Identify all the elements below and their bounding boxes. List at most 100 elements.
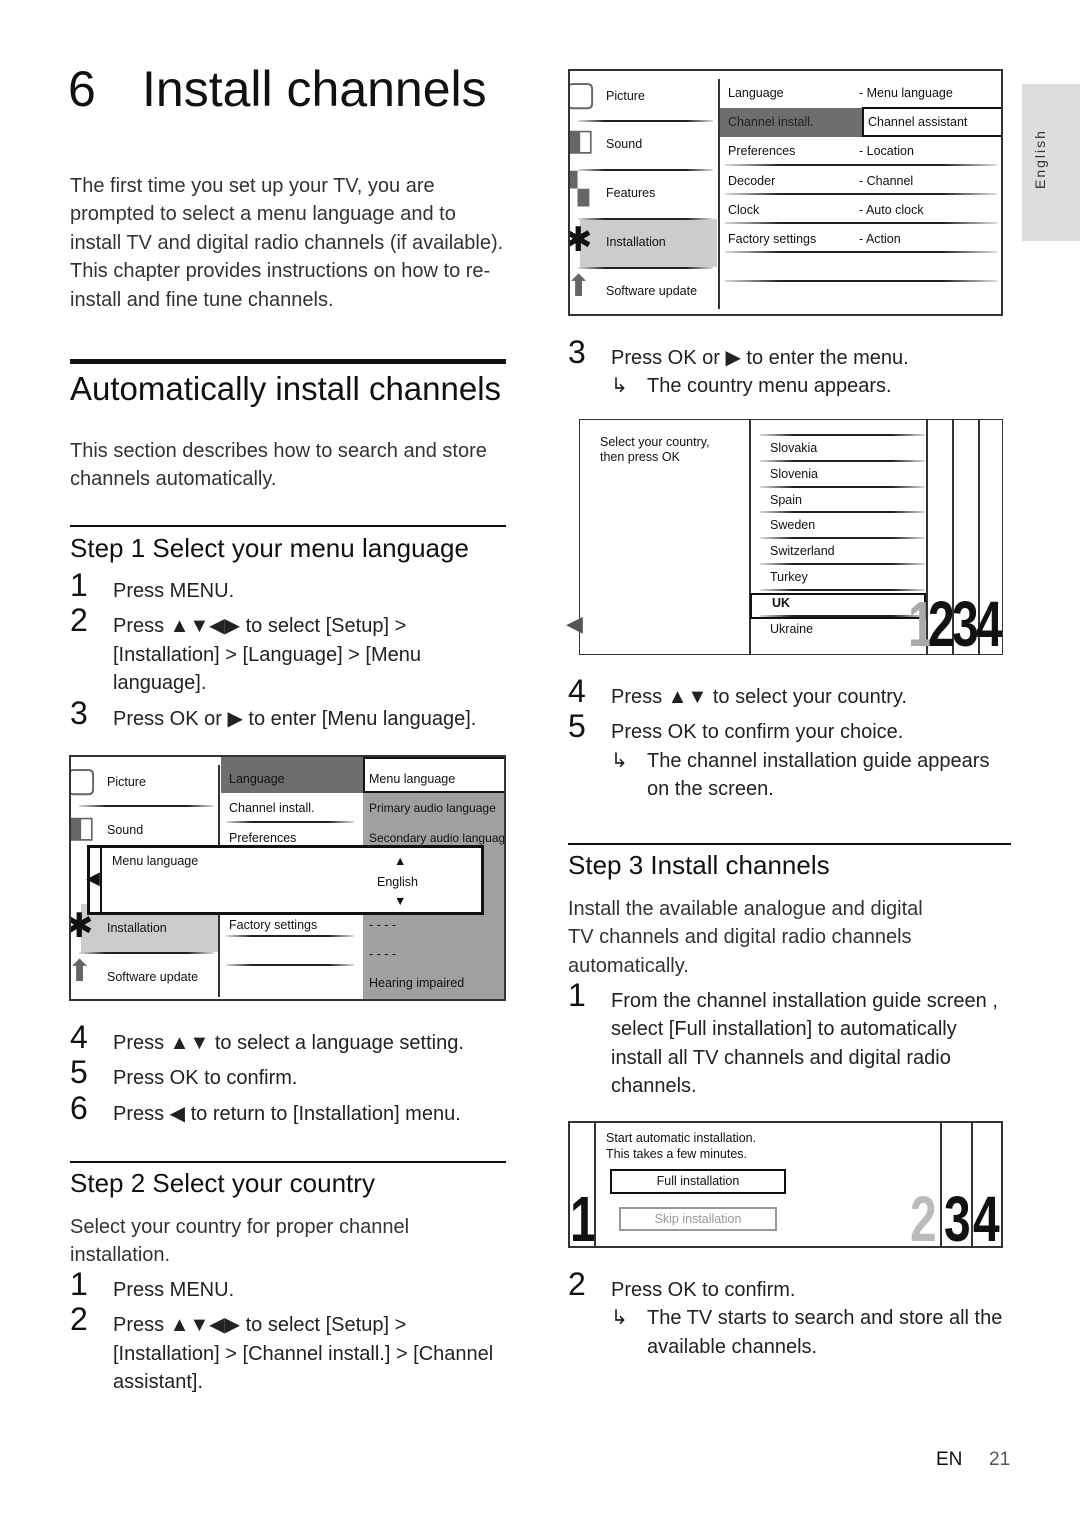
step3-list-b: 2 Press OK to confirm. ↳ The TV starts to … (568, 1268, 1013, 1361)
step-item: 4 Press ▲▼ to select your country. (568, 675, 1013, 711)
wizard-step-4: 4 (973, 1183, 1000, 1248)
chapter-title: Install channels (142, 61, 487, 117)
popup-value[interactable]: English (377, 875, 418, 889)
step3-rule (568, 843, 1011, 845)
menu-item-decoder[interactable]: Decoder (728, 174, 775, 188)
country-option[interactable]: Ukraine (770, 622, 813, 636)
menu-item-picture[interactable]: Picture (107, 775, 146, 789)
submenu-channel[interactable]: - Channel (859, 174, 913, 188)
submenu-action[interactable]: - Action (859, 232, 901, 246)
step-number: 2 (70, 1301, 88, 1338)
country-option[interactable]: Switzerland (770, 544, 835, 558)
page-number: 21 (989, 1449, 1011, 1470)
divider (79, 805, 214, 807)
skip-installation-button[interactable]: Skip installation (619, 1207, 777, 1231)
divider (725, 193, 997, 195)
submenu-menu-language[interactable]: - Menu language (859, 86, 953, 100)
down-arrow-icon[interactable]: ▼ (394, 894, 406, 908)
section-rule (70, 359, 506, 364)
divider (226, 935, 354, 937)
menu-item-sound[interactable]: Sound (606, 137, 642, 151)
wizard-step-2: 2 (928, 588, 955, 655)
left-arrow-icon: ◀ (86, 868, 100, 888)
divider (594, 1123, 596, 1246)
country-option[interactable]: Spain (770, 493, 802, 507)
menu-item-preferences[interactable]: Preferences (728, 144, 795, 158)
country-option[interactable]: UK (772, 596, 790, 610)
divider (79, 952, 214, 954)
divider (760, 614, 925, 617)
menu-item-channel-install[interactable]: Channel install. (229, 801, 314, 815)
submenu-location[interactable]: - Location (859, 144, 914, 158)
submenu-channel-assistant[interactable]: Channel assistant (868, 115, 967, 129)
section-intro: This section describes how to search and… (70, 440, 487, 491)
features-icon: ▚ (568, 173, 590, 206)
menu-item-installation[interactable]: Installation (606, 235, 666, 249)
step-number: 3 (568, 334, 586, 370)
wizard-step-2: 2 (910, 1183, 937, 1248)
step1-list-b: 4 Press ▲▼ to select a language setting. … (70, 1021, 510, 1135)
picture-icon: ▢ (71, 763, 97, 797)
step-number: 1 (70, 1266, 88, 1302)
menu-item-software-update[interactable]: Software update (107, 970, 198, 984)
step-text: Press MENU. (113, 580, 235, 602)
step-number: 3 (70, 694, 88, 731)
submenu-primary-audio[interactable]: Primary audio language (369, 801, 496, 815)
chapter-intro: The first time you set up your TV, you a… (70, 175, 504, 311)
menu-item-language[interactable]: Language (229, 772, 285, 786)
country-option[interactable]: Sweden (770, 518, 815, 532)
back-arrow-icon[interactable]: ◀ (566, 614, 583, 636)
gear-icon: ✱ (570, 223, 593, 257)
menu-item-channel-install[interactable]: Channel install. (728, 115, 813, 129)
section-title: Automatically install channels (70, 370, 502, 407)
side-tab-label: English (1032, 129, 1048, 189)
step1-rule (70, 525, 506, 527)
step-number: 4 (568, 673, 586, 709)
step-item: 2 Press ▲▼◀▶ to select [Setup] > [Install… (70, 1303, 510, 1396)
sound-icon: ◧ (69, 811, 96, 844)
menu-item-factory-settings[interactable]: Factory settings (229, 918, 317, 932)
result-arrow-icon: ↳ (611, 1307, 628, 1330)
step3-intro: Install the available analogue and digit… (568, 898, 923, 977)
submenu-auto-clock[interactable]: - Auto clock (859, 203, 924, 217)
up-arrow-icon[interactable]: ▲ (394, 854, 406, 868)
menu-item-factory-settings[interactable]: Factory settings (728, 232, 816, 246)
submenu-hearing-impaired[interactable]: Hearing impaired (369, 976, 464, 990)
software-update-icon: ⬆ (69, 955, 93, 988)
step2-intro: Select your country for proper channel i… (70, 1216, 410, 1267)
country-option[interactable]: Slovakia (770, 441, 817, 455)
menu-item-software-update[interactable]: Software update (606, 284, 697, 298)
dialog-line-1: Start automatic installation. (606, 1131, 757, 1145)
menu-item-language[interactable]: Language (728, 86, 784, 100)
country-prompt: Select your country, then press OK (600, 435, 710, 464)
step3-title: Step 3 Install channels (568, 850, 830, 880)
divider (578, 267, 713, 269)
country-option[interactable]: Turkey (770, 570, 808, 584)
step-number: 6 (70, 1089, 88, 1126)
step-number: 2 (70, 602, 88, 639)
menu-item-picture[interactable]: Picture (606, 89, 645, 103)
step1-title: Step 1 Select your menu language (70, 533, 469, 563)
divider (578, 218, 713, 220)
full-installation-button[interactable]: Full installation (610, 1169, 786, 1194)
menu-item-sound[interactable]: Sound (107, 823, 143, 837)
step-item: 2 Press OK to confirm. (568, 1268, 1013, 1304)
menu-language-screen: ▢ ◧ ✱ ⬆ Picture Sound Installation Softw… (69, 755, 506, 1001)
menu-item-preferences[interactable]: Preferences (229, 831, 296, 845)
wizard-step-1: 1 (570, 1183, 597, 1248)
submenu-secondary-audio[interactable]: Secondary audio language (369, 831, 504, 845)
divider (725, 222, 997, 224)
menu-item-features[interactable]: Features (606, 186, 655, 200)
submenu-menu-language[interactable]: Menu language (369, 772, 455, 786)
divider (578, 169, 713, 171)
menu-item-installation[interactable]: Installation (107, 921, 167, 935)
step-text: Press OK or ▶ to enter [Menu language]. (113, 707, 477, 730)
menu-item-clock[interactable]: Clock (728, 203, 759, 217)
country-option[interactable]: Slovenia (770, 467, 818, 481)
submenu-placeholder: - - - - (369, 947, 397, 961)
step-text: Press OK to confirm your choice. (611, 721, 904, 744)
step-text: Press OK to confirm. (113, 1067, 298, 1090)
submenu-placeholder: - - - - (369, 918, 397, 932)
divider (760, 537, 925, 540)
step-text: Press ◀ to return to [Installation] menu… (113, 1102, 461, 1125)
